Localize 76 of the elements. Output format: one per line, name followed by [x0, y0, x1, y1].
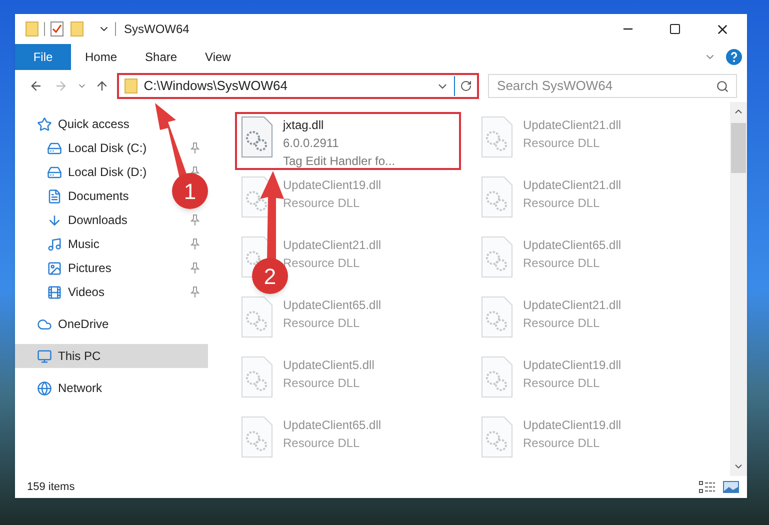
highlighted-file-tile[interactable]: jxtag.dll 6.0.0.2911 Tag Edit Handler fo...	[235, 112, 461, 170]
back-icon[interactable]	[29, 79, 43, 93]
up-icon[interactable]	[94, 79, 109, 93]
address-path: C:\Windows\SysWOW64	[144, 77, 288, 96]
address-field[interactable]: C:\Windows\SysWOW64	[116, 73, 480, 99]
globe-icon	[37, 380, 52, 396]
scroll-thumb[interactable]	[731, 123, 746, 173]
gear-file-icon	[241, 296, 273, 338]
folder-icon	[25, 21, 39, 37]
ribbon-tab[interactable]: View	[191, 44, 245, 70]
gear-file-icon	[481, 116, 513, 158]
file-detail: Resource DLL	[283, 435, 361, 452]
details-view-icon[interactable]	[699, 481, 715, 493]
new-folder-icon	[70, 21, 84, 37]
pin-icon[interactable]	[190, 142, 200, 154]
file-detail: Resource DLL	[523, 195, 601, 212]
nav-item[interactable]: Local Disk (D:)	[68, 163, 147, 181]
maximize-icon[interactable]	[669, 23, 681, 35]
ribbon-tab[interactable]: Share	[131, 44, 192, 70]
search-icon[interactable]	[716, 80, 730, 93]
star-icon	[37, 116, 52, 132]
cloud-icon	[37, 316, 52, 332]
gear-file-icon	[481, 176, 513, 218]
file-detail: Resource DLL	[523, 135, 601, 152]
drive-icon	[47, 164, 62, 180]
gear-file-icon	[241, 116, 273, 158]
nav-item[interactable]: Music	[68, 235, 100, 253]
folder-icon	[124, 78, 138, 94]
properties-icon[interactable]	[50, 21, 64, 37]
picture-icon	[47, 260, 62, 276]
drive-icon	[47, 140, 62, 156]
large-icons-view-icon[interactable]	[723, 481, 739, 493]
film-icon	[47, 284, 62, 300]
nav-item[interactable]: Network	[58, 379, 102, 397]
file-detail: Resource DLL	[283, 315, 361, 332]
ribbon-tab[interactable]: Home	[71, 44, 132, 70]
nav-item[interactable]: Documents	[68, 187, 129, 205]
nav-item[interactable]: Downloads	[68, 211, 128, 229]
window-title: SysWOW64	[124, 21, 190, 38]
file-detail: Resource DLL	[523, 255, 601, 272]
music-note-icon	[47, 236, 62, 252]
file-detail: Resource DLL	[523, 375, 601, 392]
pin-icon[interactable]	[190, 238, 200, 250]
refresh-icon[interactable]	[460, 80, 472, 92]
help-icon[interactable]	[726, 49, 742, 65]
file-detail: Resource DLL	[523, 435, 601, 452]
ribbon-tab[interactable]: File	[15, 44, 71, 70]
download-icon	[47, 212, 62, 228]
gear-file-icon	[481, 416, 513, 458]
file-name[interactable]: jxtag.dll	[283, 116, 396, 134]
gear-file-icon	[241, 356, 273, 398]
gear-file-icon	[481, 236, 513, 278]
pin-icon[interactable]	[190, 286, 200, 298]
nav-item[interactable]: OneDrive	[58, 315, 109, 333]
scrollbar[interactable]	[730, 102, 747, 476]
file-detail: Resource DLL	[283, 255, 361, 272]
search-field[interactable]: Search SysWOW64	[488, 74, 738, 98]
nav-item[interactable]: Pictures	[68, 259, 112, 277]
file-detail: Resource DLL	[283, 375, 361, 392]
item-count: 159 items	[27, 480, 76, 495]
pin-icon[interactable]	[190, 262, 200, 274]
monitor-icon	[37, 348, 52, 364]
gear-file-icon	[241, 416, 273, 458]
nav-item[interactable]: Local Disk (C:)	[68, 139, 147, 157]
nav-item[interactable]: This PC	[58, 347, 101, 365]
file-detail: Resource DLL	[283, 195, 361, 212]
file-detail: Resource DLL	[523, 315, 601, 332]
pin-icon[interactable]	[190, 214, 200, 226]
nav-item[interactable]: Quick access	[58, 115, 130, 133]
file-detail: Tag Edit Handler fo...	[283, 153, 396, 170]
document-icon	[47, 188, 62, 204]
selected-nav-row[interactable]: This PC	[15, 344, 208, 368]
gear-file-icon	[481, 296, 513, 338]
gear-file-icon	[481, 356, 513, 398]
nav-item[interactable]: Videos	[68, 283, 104, 301]
file-detail: 6.0.0.2911	[283, 135, 340, 152]
